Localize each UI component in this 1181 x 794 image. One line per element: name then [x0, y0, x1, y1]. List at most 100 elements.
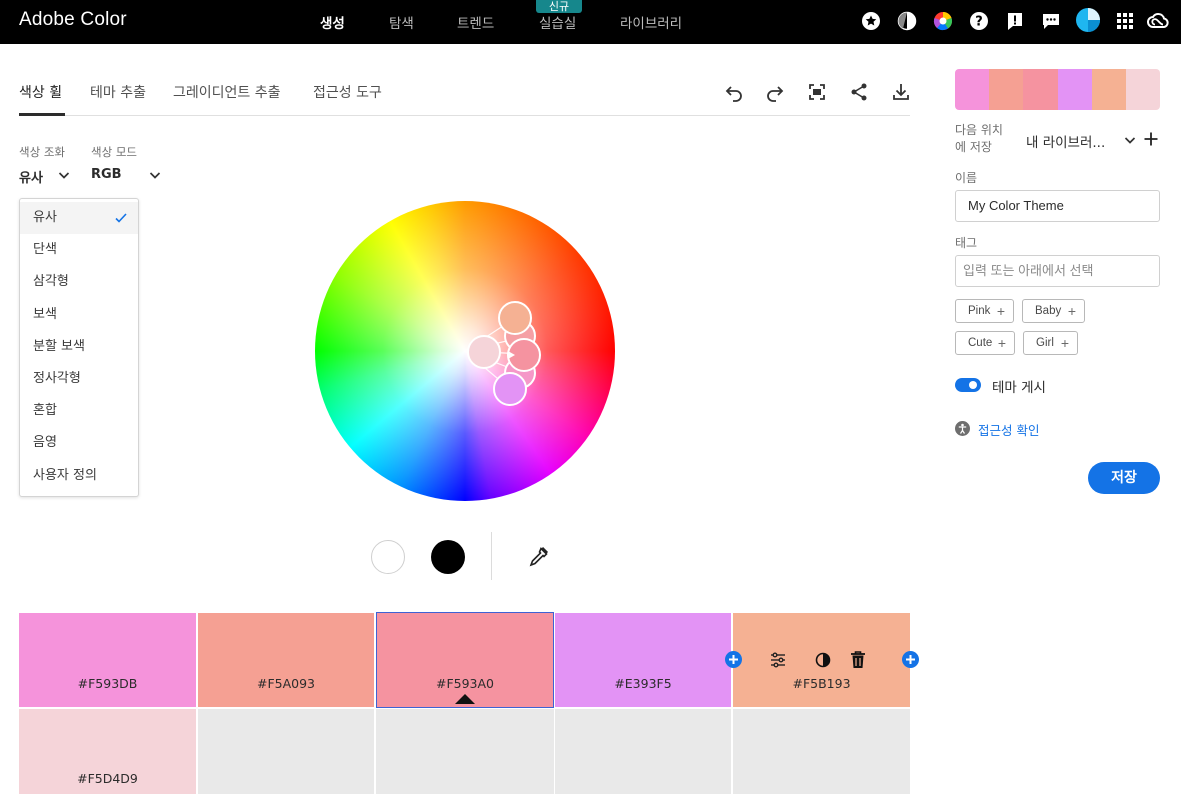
harmony-select[interactable]: 유사: [19, 167, 43, 186]
set-base-color-icon[interactable]: [814, 651, 832, 669]
tag-label: Cute: [968, 337, 993, 349]
color-wheel-icon[interactable]: [933, 11, 953, 31]
chat-icon[interactable]: [1041, 11, 1061, 31]
theme-name-input[interactable]: My Color Theme: [955, 190, 1160, 222]
save-button[interactable]: 저장: [1088, 462, 1160, 494]
harmony-option-monochromatic[interactable]: 단색: [20, 234, 138, 266]
swatch-hex-label[interactable]: #F593A0: [376, 676, 554, 691]
check-accessibility-link[interactable]: 접근성 확인: [978, 420, 1039, 439]
empty-swatch-slot: [376, 709, 554, 794]
chevron-down-icon[interactable]: [148, 167, 162, 183]
color-mode-select[interactable]: RGB: [91, 167, 122, 182]
apps-grid-icon[interactable]: [1115, 11, 1135, 31]
swatch-hex-label[interactable]: #E393F5: [555, 676, 731, 691]
accessibility-icon: [955, 421, 970, 436]
publish-theme-label: 테마 게시: [992, 380, 1046, 396]
swatch-2[interactable]: #F5A093: [198, 613, 374, 707]
harmony-option-compound[interactable]: 혼합: [20, 395, 138, 427]
creative-cloud-icon[interactable]: [1146, 11, 1170, 31]
library-select[interactable]: 내 라이브러...: [1026, 131, 1105, 151]
save-to-label: 다음 위치 에 저장: [955, 123, 1003, 154]
plus-icon: [729, 655, 738, 664]
nav-explore[interactable]: 탐색: [389, 12, 414, 32]
trash-icon[interactable]: [849, 650, 867, 670]
harmony-option-custom[interactable]: 사용자 정의: [20, 460, 138, 492]
add-library-icon[interactable]: [1143, 131, 1159, 147]
contrast-icon[interactable]: [897, 11, 917, 31]
option-label: 유사: [33, 210, 57, 225]
avatar[interactable]: [1076, 8, 1100, 32]
sliders-icon[interactable]: [768, 650, 788, 670]
alert-icon[interactable]: [1005, 11, 1025, 31]
plus-icon: +: [996, 303, 1005, 319]
share-icon[interactable]: [849, 82, 869, 102]
nav-libraries[interactable]: 라이브러리: [620, 12, 682, 32]
star-icon[interactable]: [861, 11, 881, 31]
chevron-down-icon[interactable]: [1123, 132, 1137, 148]
tab-color-wheel[interactable]: 색상 휠: [19, 82, 62, 102]
color-handle-5[interactable]: [467, 335, 501, 369]
svg-text:?: ?: [975, 15, 983, 30]
redo-icon[interactable]: [765, 82, 785, 102]
empty-swatch-slot: [555, 709, 731, 794]
tools-divider: [491, 532, 492, 580]
harmony-option-shades[interactable]: 음영: [20, 427, 138, 459]
fullscreen-icon[interactable]: [807, 82, 827, 102]
tags-label: 태그: [955, 236, 978, 250]
swatch-6[interactable]: #F5D4D9: [19, 709, 196, 794]
brand-logo[interactable]: Adobe Color: [19, 9, 127, 31]
nav-trends[interactable]: 트렌드: [457, 12, 494, 32]
name-label: 이름: [955, 171, 978, 185]
swatch-3-base[interactable]: #F593A0: [376, 612, 554, 708]
plus-icon: +: [1067, 303, 1076, 319]
tag-girl[interactable]: Girl +: [1023, 331, 1078, 355]
preview-color-3: [1023, 69, 1058, 110]
harmony-option-analogous[interactable]: 유사: [20, 202, 138, 234]
nav-create[interactable]: 생성: [320, 12, 345, 32]
preview-color-1: [955, 69, 990, 110]
help-icon[interactable]: ?: [969, 11, 989, 31]
harmony-option-square[interactable]: 정사각형: [20, 363, 138, 395]
plus-icon: +: [1060, 335, 1069, 351]
harmony-option-complementary[interactable]: 보색: [20, 299, 138, 331]
tag-label: Baby: [1035, 305, 1062, 317]
undo-icon[interactable]: [724, 82, 744, 102]
tag-label: Girl: [1036, 337, 1054, 349]
tab-extract-theme[interactable]: 테마 추출: [90, 82, 146, 102]
tag-pink[interactable]: Pink +: [955, 299, 1014, 323]
tab-extract-gradient[interactable]: 그레이디언트 추출: [173, 82, 281, 102]
tags-input[interactable]: 입력 또는 아래에서 선택: [955, 255, 1160, 287]
base-color-marker-icon: [455, 694, 475, 704]
empty-swatch-slot: [198, 709, 374, 794]
color-handle-3[interactable]: [498, 301, 532, 335]
swatch-hex-label[interactable]: #F5D4D9: [19, 771, 196, 786]
swatch-hex-label[interactable]: #F593DB: [19, 676, 196, 691]
publish-theme-toggle[interactable]: [955, 378, 981, 392]
swatch-1[interactable]: #F593DB: [19, 613, 196, 707]
eyedropper-icon[interactable]: [526, 545, 550, 569]
add-swatch-right-button[interactable]: [902, 651, 919, 668]
tab-accessibility-tools[interactable]: 접근성 도구: [313, 82, 382, 102]
swatch-4[interactable]: #E393F5: [555, 613, 731, 707]
theme-preview: [955, 69, 1160, 110]
preview-color-4: [1057, 69, 1092, 110]
harmony-option-triad[interactable]: 삼각형: [20, 266, 138, 298]
preview-color-5: [1091, 69, 1126, 110]
download-icon[interactable]: [891, 82, 911, 102]
plus-icon: [906, 655, 915, 664]
swatch-hex-label[interactable]: #F5A093: [198, 676, 374, 691]
swatch-hex-label[interactable]: #F5B193: [733, 676, 910, 691]
active-tab-indicator: [19, 113, 65, 116]
harmony-option-split-complementary[interactable]: 분할 보색: [20, 331, 138, 363]
preview-color-6: [1125, 69, 1160, 110]
nav-lab[interactable]: 실습실: [539, 12, 576, 32]
black-brightness-button[interactable]: [431, 540, 465, 574]
tag-baby[interactable]: Baby +: [1022, 299, 1085, 323]
color-handle-4[interactable]: [493, 372, 527, 406]
chevron-down-icon[interactable]: [57, 167, 71, 183]
white-brightness-button[interactable]: [371, 540, 405, 574]
harmony-label: 색상 조화: [19, 145, 65, 159]
tag-cute[interactable]: Cute +: [955, 331, 1015, 355]
toggle-knob: [969, 381, 977, 389]
add-swatch-left-button[interactable]: [725, 651, 742, 668]
